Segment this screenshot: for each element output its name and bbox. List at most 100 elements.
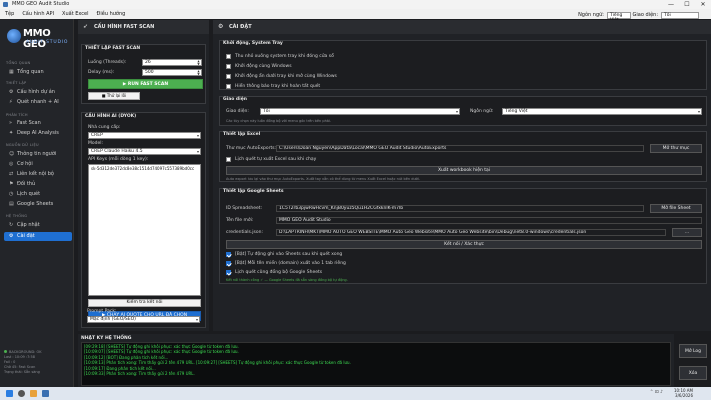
- maximize-button[interactable]: ☐: [679, 0, 695, 9]
- delay-label: Delay (ms):: [88, 70, 115, 75]
- spreadsheet-id-field[interactable]: 1C5T2rb3pjwRwHcvm_KnjB0yuz5Qu1H2CGfxknlK…: [276, 205, 644, 212]
- sidebar-item-fast-scan[interactable]: » Fast Scan: [4, 119, 72, 128]
- sidebar-item-project-config[interactable]: ⚙ Cấu hình dự án: [4, 88, 72, 97]
- threads-input[interactable]: 26 ▲ ▼: [142, 59, 202, 66]
- theme-value: Tối: [263, 109, 270, 114]
- status-title: BACKGROUND: OK: [9, 350, 42, 354]
- option-start-hidden[interactable]: Khởi động ẩn dưới tray khi mở cùng Windo…: [226, 74, 337, 79]
- sidebar-item-google-sheets[interactable]: ▤ Google Sheets: [4, 200, 72, 209]
- checkbox[interactable]: [226, 74, 231, 79]
- autoexports-path-field[interactable]: C:\Users\Doan Nguyen\AppData\Local\MMO G…: [276, 145, 644, 152]
- run-fast-scan-button[interactable]: ▶ RUN FAST SCAN: [88, 79, 203, 89]
- excel-group: Thiết lập Excel Thư mục AutoExports: C:\…: [219, 131, 707, 182]
- sidebar-item-competitors[interactable]: ⚑ Đối thủ: [4, 180, 72, 189]
- checkbox[interactable]: [226, 64, 231, 69]
- open-sheet-button[interactable]: Mở file Sheet: [650, 204, 702, 213]
- open-folder-button[interactable]: Mở thư mục: [650, 144, 702, 153]
- spinner-icon[interactable]: ▲ ▼: [196, 60, 201, 66]
- section-system: HỆ THỐNG: [6, 214, 28, 218]
- option-schedule-sync[interactable]: Lịch quét cũng đồng bộ Google Sheets: [226, 270, 322, 275]
- menu-theme-select[interactable]: Tối: [661, 11, 699, 19]
- open-log-button[interactable]: Mở Log: [679, 344, 707, 358]
- menu-file[interactable]: Tệp: [5, 9, 14, 19]
- checkbox[interactable]: [226, 157, 231, 162]
- chevron-down-icon: ▾: [195, 317, 198, 322]
- option-auto-export[interactable]: Lịch quét tự xuất Excel sau khi chạy: [226, 157, 316, 162]
- section-setup: THIẾT LẬP: [6, 81, 27, 85]
- chevron-down-icon: ▾: [697, 109, 700, 114]
- logo-text: MMO GEO: [23, 28, 51, 50]
- sidebar-item-label: Cấu hình dự án: [17, 89, 55, 95]
- minimize-button[interactable]: —: [663, 0, 679, 9]
- close-button[interactable]: ✕: [695, 0, 711, 9]
- menu-api-config[interactable]: Cấu hình API: [22, 9, 54, 19]
- option-auto-write-sheets[interactable]: [Bật] Tự động ghi vào Sheets sau khi qué…: [226, 252, 342, 257]
- delay-input[interactable]: 500 ▲ ▼: [142, 69, 202, 76]
- app-window: MMO GEO Audit Studio — ☐ ✕ Tệp Cấu hình …: [0, 0, 711, 387]
- checkbox-checked[interactable]: [226, 270, 231, 275]
- sidebar-item-people-info[interactable]: ☺ Thông tin người: [4, 150, 72, 159]
- model-value: CREP Claude Haiku 4.5: [91, 149, 143, 154]
- app-taskbar-icon[interactable]: [42, 390, 49, 397]
- option-tray-notify[interactable]: Hiển thông báo tray khi hoàn tất quét: [226, 84, 320, 89]
- menu-navigation[interactable]: Điều hướng: [96, 9, 125, 19]
- menu-export-excel[interactable]: Xuất Excel: [62, 9, 88, 19]
- api-keys-textarea[interactable]: sk-5d312de372dc8e38c1514d74097c557389bd0…: [88, 164, 201, 296]
- search-icon[interactable]: [18, 390, 25, 397]
- checkbox-checked[interactable]: [226, 252, 231, 257]
- group-title: Giao diện: [223, 97, 247, 102]
- provider-value: CREP: [91, 133, 103, 138]
- menu-bar: Tệp Cấu hình API Xuất Excel Điều hướng N…: [0, 9, 711, 23]
- model-select[interactable]: CREP Claude Haiku 4.5 ▾: [88, 148, 201, 155]
- folder-icon[interactable]: [30, 390, 37, 397]
- provider-select[interactable]: CREP ▾: [88, 132, 201, 139]
- sidebar-item-settings[interactable]: ⚙ Cài đặt: [4, 232, 72, 241]
- prompt-pack-label: Prompt Pack:: [87, 309, 117, 314]
- connect-auth-button[interactable]: Kết nối / Xác thực: [226, 240, 702, 249]
- language-select[interactable]: Tiếng Việt ▾: [502, 108, 702, 115]
- window-title: MMO GEO Audit Studio: [12, 1, 70, 7]
- checkbox-checked[interactable]: [226, 261, 231, 266]
- refresh-icon: ↻: [9, 222, 14, 228]
- sidebar-item-deep-ai[interactable]: ✦ Deep AI Analysis: [4, 129, 72, 138]
- settings-panel: ⚙ CÀI ĐẶT Khởi động, System Tray Thu nhỏ …: [213, 20, 711, 331]
- background-status: BACKGROUND: OK Last : 10:09 :7:58 Fail :…: [4, 350, 70, 375]
- credentials-path-field[interactable]: D:\LAPTRINH\MKT\MMO AUTO GEO WEBSITE\MMO…: [276, 229, 666, 236]
- option-domain-tab[interactable]: [Bật] Mỗi tên miền (domain) xuất vào 1 t…: [226, 261, 346, 266]
- sidebar-item-label: Tổng quan: [17, 69, 44, 75]
- checkbox[interactable]: [226, 84, 231, 89]
- menu-lang-select[interactable]: Tiếng Việt: [607, 11, 631, 23]
- new-file-name-field[interactable]: MMO GEO Audit Studio: [276, 217, 702, 224]
- settings-header: ⚙ CÀI ĐẶT: [213, 20, 711, 34]
- logo-icon: [7, 29, 21, 43]
- chevron-down-icon: ▾: [196, 149, 199, 154]
- sidebar-item-update[interactable]: ↻ Cập nhật: [4, 221, 72, 230]
- sidebar-item-overview[interactable]: ▦ Tổng quan: [4, 68, 72, 77]
- sidebar-item-quick-scan-ai[interactable]: ⚡ Quét nhanh + AI: [4, 98, 72, 107]
- clock-date: 3/6/2026: [675, 393, 693, 398]
- clock[interactable]: 10:10 AM 3/6/2026: [674, 388, 693, 398]
- log-output[interactable]: [09:29:18] [SHEETS] Tự động ghi khôi phụ…: [81, 342, 671, 386]
- export-workbook-button[interactable]: Xuất workbook hiện tại: [226, 166, 702, 175]
- spinner-icon[interactable]: ▲ ▼: [196, 70, 201, 76]
- sidebar-item-internal-links[interactable]: ⇄ Liên kết nội bộ: [4, 170, 72, 179]
- person-icon: ☺: [9, 151, 15, 157]
- gear-icon: ⚙: [9, 233, 14, 239]
- option-start-with-windows[interactable]: Khởi động cùng Windows: [226, 64, 292, 69]
- rocket-icon: ➶: [83, 23, 89, 30]
- browse-credentials-button[interactable]: ...: [672, 228, 702, 237]
- sidebar-item-opportunities[interactable]: ◎ Cơ hội: [4, 160, 72, 169]
- start-icon[interactable]: [6, 390, 13, 397]
- sidebar-item-label: Cài đặt: [17, 233, 35, 239]
- theme-select[interactable]: Tối ▾: [260, 108, 460, 115]
- clear-log-button[interactable]: Xóa: [679, 366, 707, 380]
- tray-icons[interactable]: ⌃ ⊡ ♪: [650, 390, 663, 395]
- retry-errors-button[interactable]: ■ Thử lại lỗi: [88, 92, 140, 100]
- prompt-pack-select[interactable]: Mặc định (GEO/SEO) ▾: [87, 316, 200, 323]
- checkbox[interactable]: [226, 54, 231, 59]
- option-minimize-to-tray[interactable]: Thu nhỏ xuống system tray khi đóng cửa s…: [226, 54, 334, 59]
- fast-scan-setup-box: THIẾT LẬP FAST SCAN Luồng (Threads): 26 ▲…: [81, 44, 206, 104]
- flag-icon: ⚑: [9, 181, 14, 187]
- sidebar-item-scan-schedule[interactable]: ◷ Lịch quét: [4, 190, 72, 199]
- test-connection-button[interactable]: Kiểm tra kết nối: [88, 299, 201, 307]
